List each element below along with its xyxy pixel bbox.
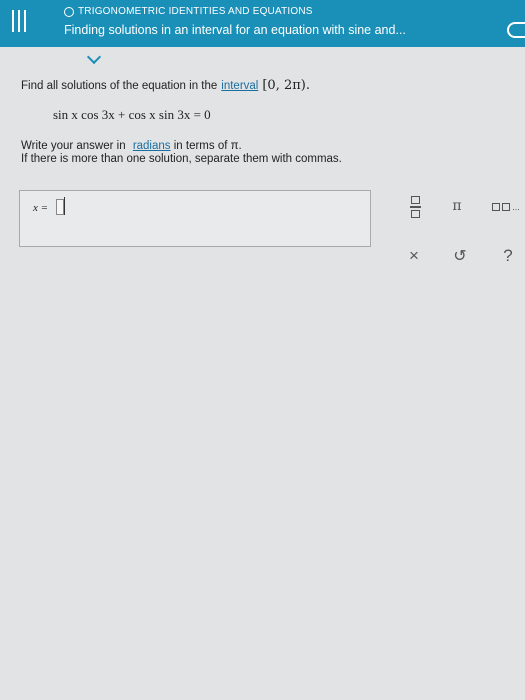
- equation: sin x cos 3x + cos x sin 3x = 0: [53, 107, 211, 122]
- pi-button[interactable]: π: [446, 196, 468, 216]
- menu-icon[interactable]: [12, 10, 26, 32]
- undo-button[interactable]: ↺: [450, 246, 470, 266]
- clear-button[interactable]: ×: [404, 246, 424, 266]
- list-button[interactable]: ...: [488, 198, 524, 216]
- denominator-box-icon: [410, 209, 420, 218]
- question-prompt: Find all solutions of the equation in th…: [21, 78, 511, 93]
- interval-link[interactable]: interval: [221, 80, 258, 92]
- top-bar: TRIGONOMETRIC IDENTITIES AND EQUATIONS F…: [0, 0, 525, 47]
- instruction-text: Write your answer in: [21, 140, 126, 152]
- math-toolbar: π ... × ↺ ?: [392, 190, 525, 270]
- prompt-text: Find all solutions of the equation in th…: [21, 79, 218, 92]
- answer-instruction: Write your answer in radians in terms of…: [21, 140, 511, 152]
- numerator-box-icon: [410, 196, 420, 205]
- fraction-bar-icon: [409, 206, 421, 208]
- fraction-button[interactable]: [406, 196, 424, 218]
- list-box-icon: [492, 203, 501, 211]
- topic-label: TRIGONOMETRIC IDENTITIES AND EQUATIONS: [78, 6, 313, 17]
- panel-toggle-icon[interactable]: [507, 22, 525, 38]
- question-panel: Find all solutions of the equation in th…: [21, 78, 511, 165]
- help-button[interactable]: ?: [498, 246, 518, 266]
- interval-expression: [0, 2π).: [262, 78, 310, 93]
- page-title: Finding solutions in an interval for an …: [64, 23, 406, 37]
- radians-link[interactable]: radians: [133, 140, 171, 152]
- text-cursor: [64, 197, 65, 215]
- separator-instruction: If there is more than one solution, sepa…: [21, 153, 342, 165]
- entry-slot[interactable]: [56, 199, 64, 215]
- chevron-down-icon: [86, 49, 102, 64]
- circle-icon: [64, 6, 74, 17]
- list-box-icon-2: [502, 203, 511, 211]
- ellipsis-icon: ...: [512, 202, 520, 212]
- collapse-button[interactable]: [81, 49, 107, 67]
- topic-line: TRIGONOMETRIC IDENTITIES AND EQUATIONS: [64, 6, 313, 17]
- instruction-text-end: in terms of π.: [173, 140, 242, 152]
- answer-input[interactable]: x =: [19, 190, 371, 247]
- answer-label: x =: [33, 202, 49, 214]
